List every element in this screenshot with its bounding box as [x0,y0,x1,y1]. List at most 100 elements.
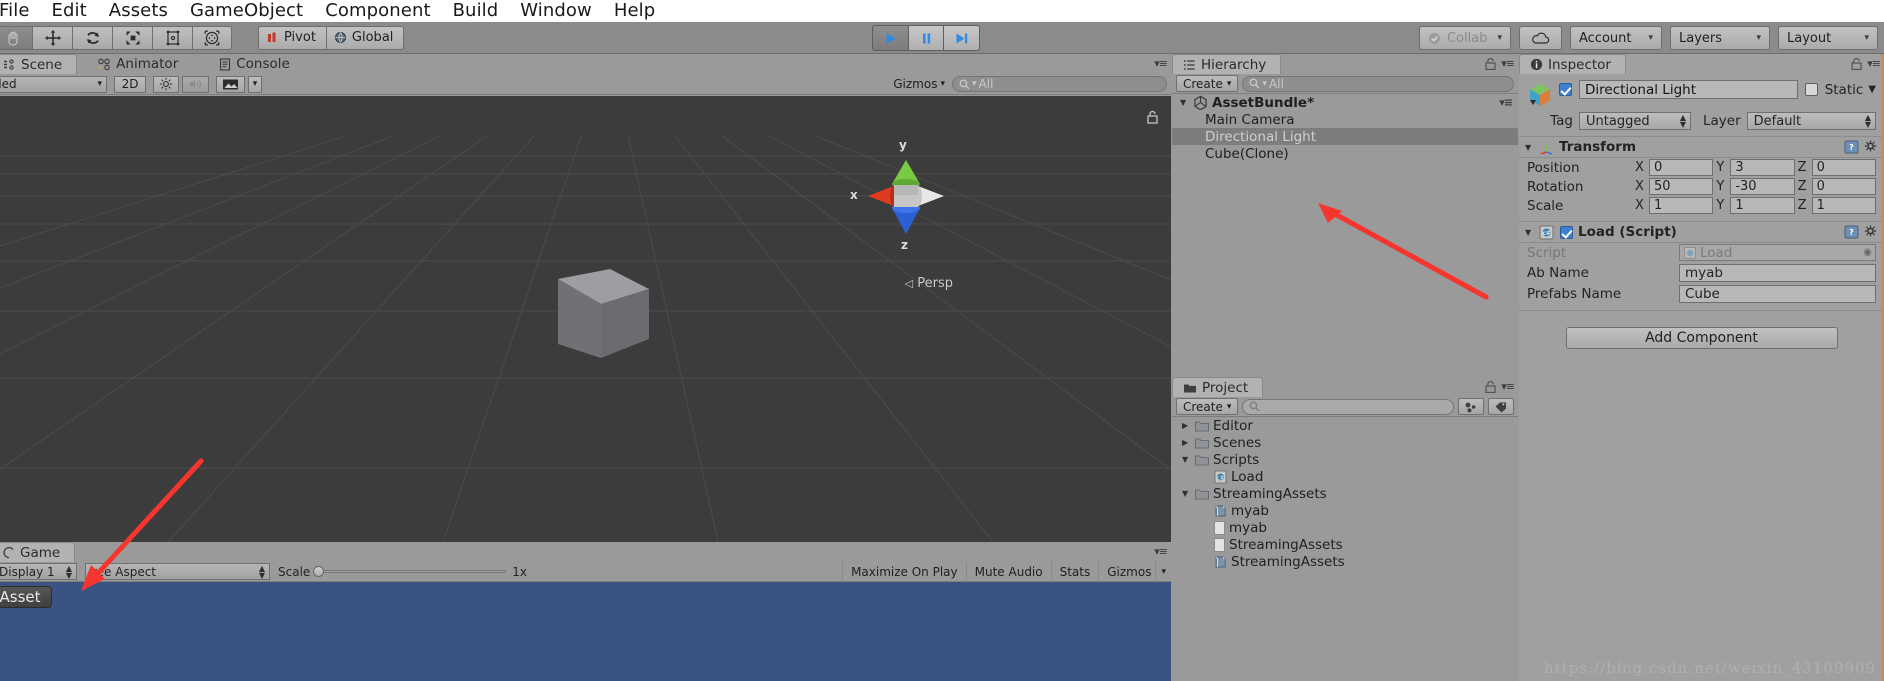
project-item-streamingassets-manifest[interactable]: StreamingAssets [1172,536,1518,553]
stats-button[interactable]: Stats [1050,561,1099,582]
hierarchy-create-button[interactable]: Create ▾ [1176,75,1239,92]
project-item-streamingassets-folder[interactable]: ▼ StreamingAssets [1172,485,1518,502]
game-gizmos-button[interactable]: Gizmos [1098,561,1155,582]
project-item-scripts[interactable]: ▼ Scripts [1172,451,1518,468]
add-component-button[interactable]: Add Component [1565,327,1838,349]
load-script-component-header[interactable]: ▼ c# Load (Script) ? [1519,221,1884,243]
project-item-myab-bundle[interactable]: myab [1172,502,1518,519]
tab-hierarchy[interactable]: Hierarchy [1172,54,1282,74]
ab-name-input[interactable]: myab [1679,263,1876,282]
gizmos-dropdown[interactable]: Gizmos ▾ [889,76,949,92]
tag-dropdown[interactable]: Untagged ▲ ▼ [1579,112,1691,130]
project-item-scenes[interactable]: ▶ Scenes [1172,434,1518,451]
mute-audio-button[interactable]: Mute Audio [965,561,1051,582]
project-filter-label-button[interactable] [1488,398,1514,415]
static-checkbox[interactable] [1804,83,1818,96]
scale-knob[interactable] [313,566,325,577]
display-dropdown[interactable]: Display 1 ▲ ▼ [0,563,77,580]
hierarchy-search-input[interactable]: ▾ All [1242,75,1514,92]
hierarchy-item-directional-light[interactable]: Directional Light [1172,128,1518,145]
gear-icon[interactable] [1864,140,1878,154]
tab-scene[interactable]: Scene [0,54,78,74]
chevron-down-icon[interactable]: ▼ [1180,98,1189,107]
lock-icon[interactable] [1485,380,1496,393]
scale-x-input[interactable]: 1 [1649,197,1714,214]
chevron-down-icon[interactable]: ▼ [1182,489,1191,498]
game-viewport[interactable]: basAsset [0,582,1171,681]
layers-button[interactable]: Layers ▾ [1670,26,1770,50]
chevron-down-icon[interactable]: ▼ [1525,228,1534,237]
hierarchy-item-cube-clone[interactable]: Cube(Clone) [1172,145,1518,162]
help-icon[interactable]: ? [1844,140,1859,154]
scale-y-input[interactable]: 1 [1730,197,1795,214]
scene-lock-icon[interactable] [1146,110,1159,124]
scene-view-gizmo[interactable]: y z x [846,138,966,252]
menu-item-component[interactable]: Component [314,1,441,22]
rotate-tool-button[interactable] [72,25,112,50]
shading-mode-dropdown[interactable]: haded ▾ [0,75,107,93]
project-item-load-script[interactable]: c# Load [1172,468,1518,485]
lighting-toggle-button[interactable] [153,75,179,93]
script-enabled-checkbox[interactable] [1560,225,1573,239]
scene-menu-icon[interactable]: ▾≡ [1499,96,1513,109]
maximize-on-play-button[interactable]: Maximize On Play [842,561,966,582]
fx-dropdown-button[interactable]: ▾ [248,75,262,93]
chevron-down-icon[interactable]: ▼ [1182,455,1191,464]
project-search-input[interactable] [1242,398,1454,415]
menu-item-help[interactable]: Help [603,1,666,22]
position-y-input[interactable]: 3 [1730,159,1795,176]
scale-z-input[interactable]: 1 [1811,197,1876,214]
pivot-button[interactable]: Pivot [258,25,326,50]
rotation-y-input[interactable]: -30 [1730,178,1795,195]
menu-item-assets[interactable]: Assets [98,1,179,22]
tab-game[interactable]: Game [0,542,76,562]
project-item-myab-manifest[interactable]: myab [1172,519,1518,536]
position-x-input[interactable]: 0 [1649,159,1714,176]
position-z-input[interactable]: 0 [1811,159,1876,176]
menu-item-window[interactable]: Window [509,1,603,22]
gear-icon[interactable] [1864,225,1878,239]
step-button[interactable] [944,25,980,51]
menu-item-gameobject[interactable]: GameObject [179,1,314,22]
chevron-right-icon[interactable]: ▶ [1182,421,1191,430]
lock-icon[interactable] [1851,57,1862,70]
object-name-input[interactable]: Directional Light [1579,80,1798,99]
hand-tool-button[interactable] [0,25,32,50]
game-gizmos-dropdown[interactable]: ▾ [1155,561,1171,582]
project-tree[interactable]: ▶ Editor ▶ Scenes ▼ Scripts c# Load ▼ St… [1172,417,1518,681]
load-asset-button[interactable]: basAsset [0,586,52,608]
hierarchy-item-main-camera[interactable]: Main Camera [1172,111,1518,128]
pause-button[interactable] [908,25,944,51]
scale-slider[interactable]: Scale 1x [278,565,527,579]
project-item-editor[interactable]: ▶ Editor [1172,417,1518,434]
cloud-button[interactable] [1519,26,1562,50]
chevron-down-icon[interactable]: ▼ [1868,84,1876,95]
layer-dropdown[interactable]: Default ▲ ▼ [1746,112,1876,130]
rotation-z-input[interactable]: 0 [1811,178,1876,195]
menu-item-file[interactable]: File [0,1,41,22]
scale-tool-button[interactable] [112,25,152,50]
layout-button[interactable]: Layout ▾ [1778,26,1878,50]
scene-viewport[interactable]: y z x ◁ Persp [0,96,1171,551]
panel-menu-icon[interactable]: ▾≡ [1867,57,1881,70]
aspect-dropdown[interactable]: ree Aspect ▲ ▼ [85,563,270,580]
rect-tool-button[interactable] [152,25,192,50]
script-object-field[interactable]: Load ◉ [1679,244,1876,261]
cube-object[interactable] [548,231,658,366]
fx-toggle-button[interactable] [216,75,245,93]
toggle-2d-button[interactable]: 2D [114,75,146,93]
menu-item-build[interactable]: Build [442,1,510,22]
help-icon[interactable]: ? [1844,225,1859,239]
collab-button[interactable]: Collab ▾ [1418,26,1511,50]
tab-console[interactable]: Console [209,54,305,74]
prefabs-name-input[interactable]: Cube [1679,284,1876,303]
chevron-down-icon[interactable]: ▼ [1525,143,1534,152]
panel-menu-icon[interactable]: ▾≡ [1501,57,1515,70]
panel-menu-icon[interactable]: ▾≡ [1501,380,1515,393]
project-filter-type-button[interactable] [1458,398,1484,415]
rotation-x-input[interactable]: 50 [1649,178,1714,195]
object-enabled-checkbox[interactable] [1559,83,1572,96]
scale-track[interactable] [313,566,507,577]
scene-projection-label[interactable]: ◁ Persp [905,276,953,291]
project-item-streamingassets-bundle[interactable]: StreamingAssets [1172,553,1518,570]
